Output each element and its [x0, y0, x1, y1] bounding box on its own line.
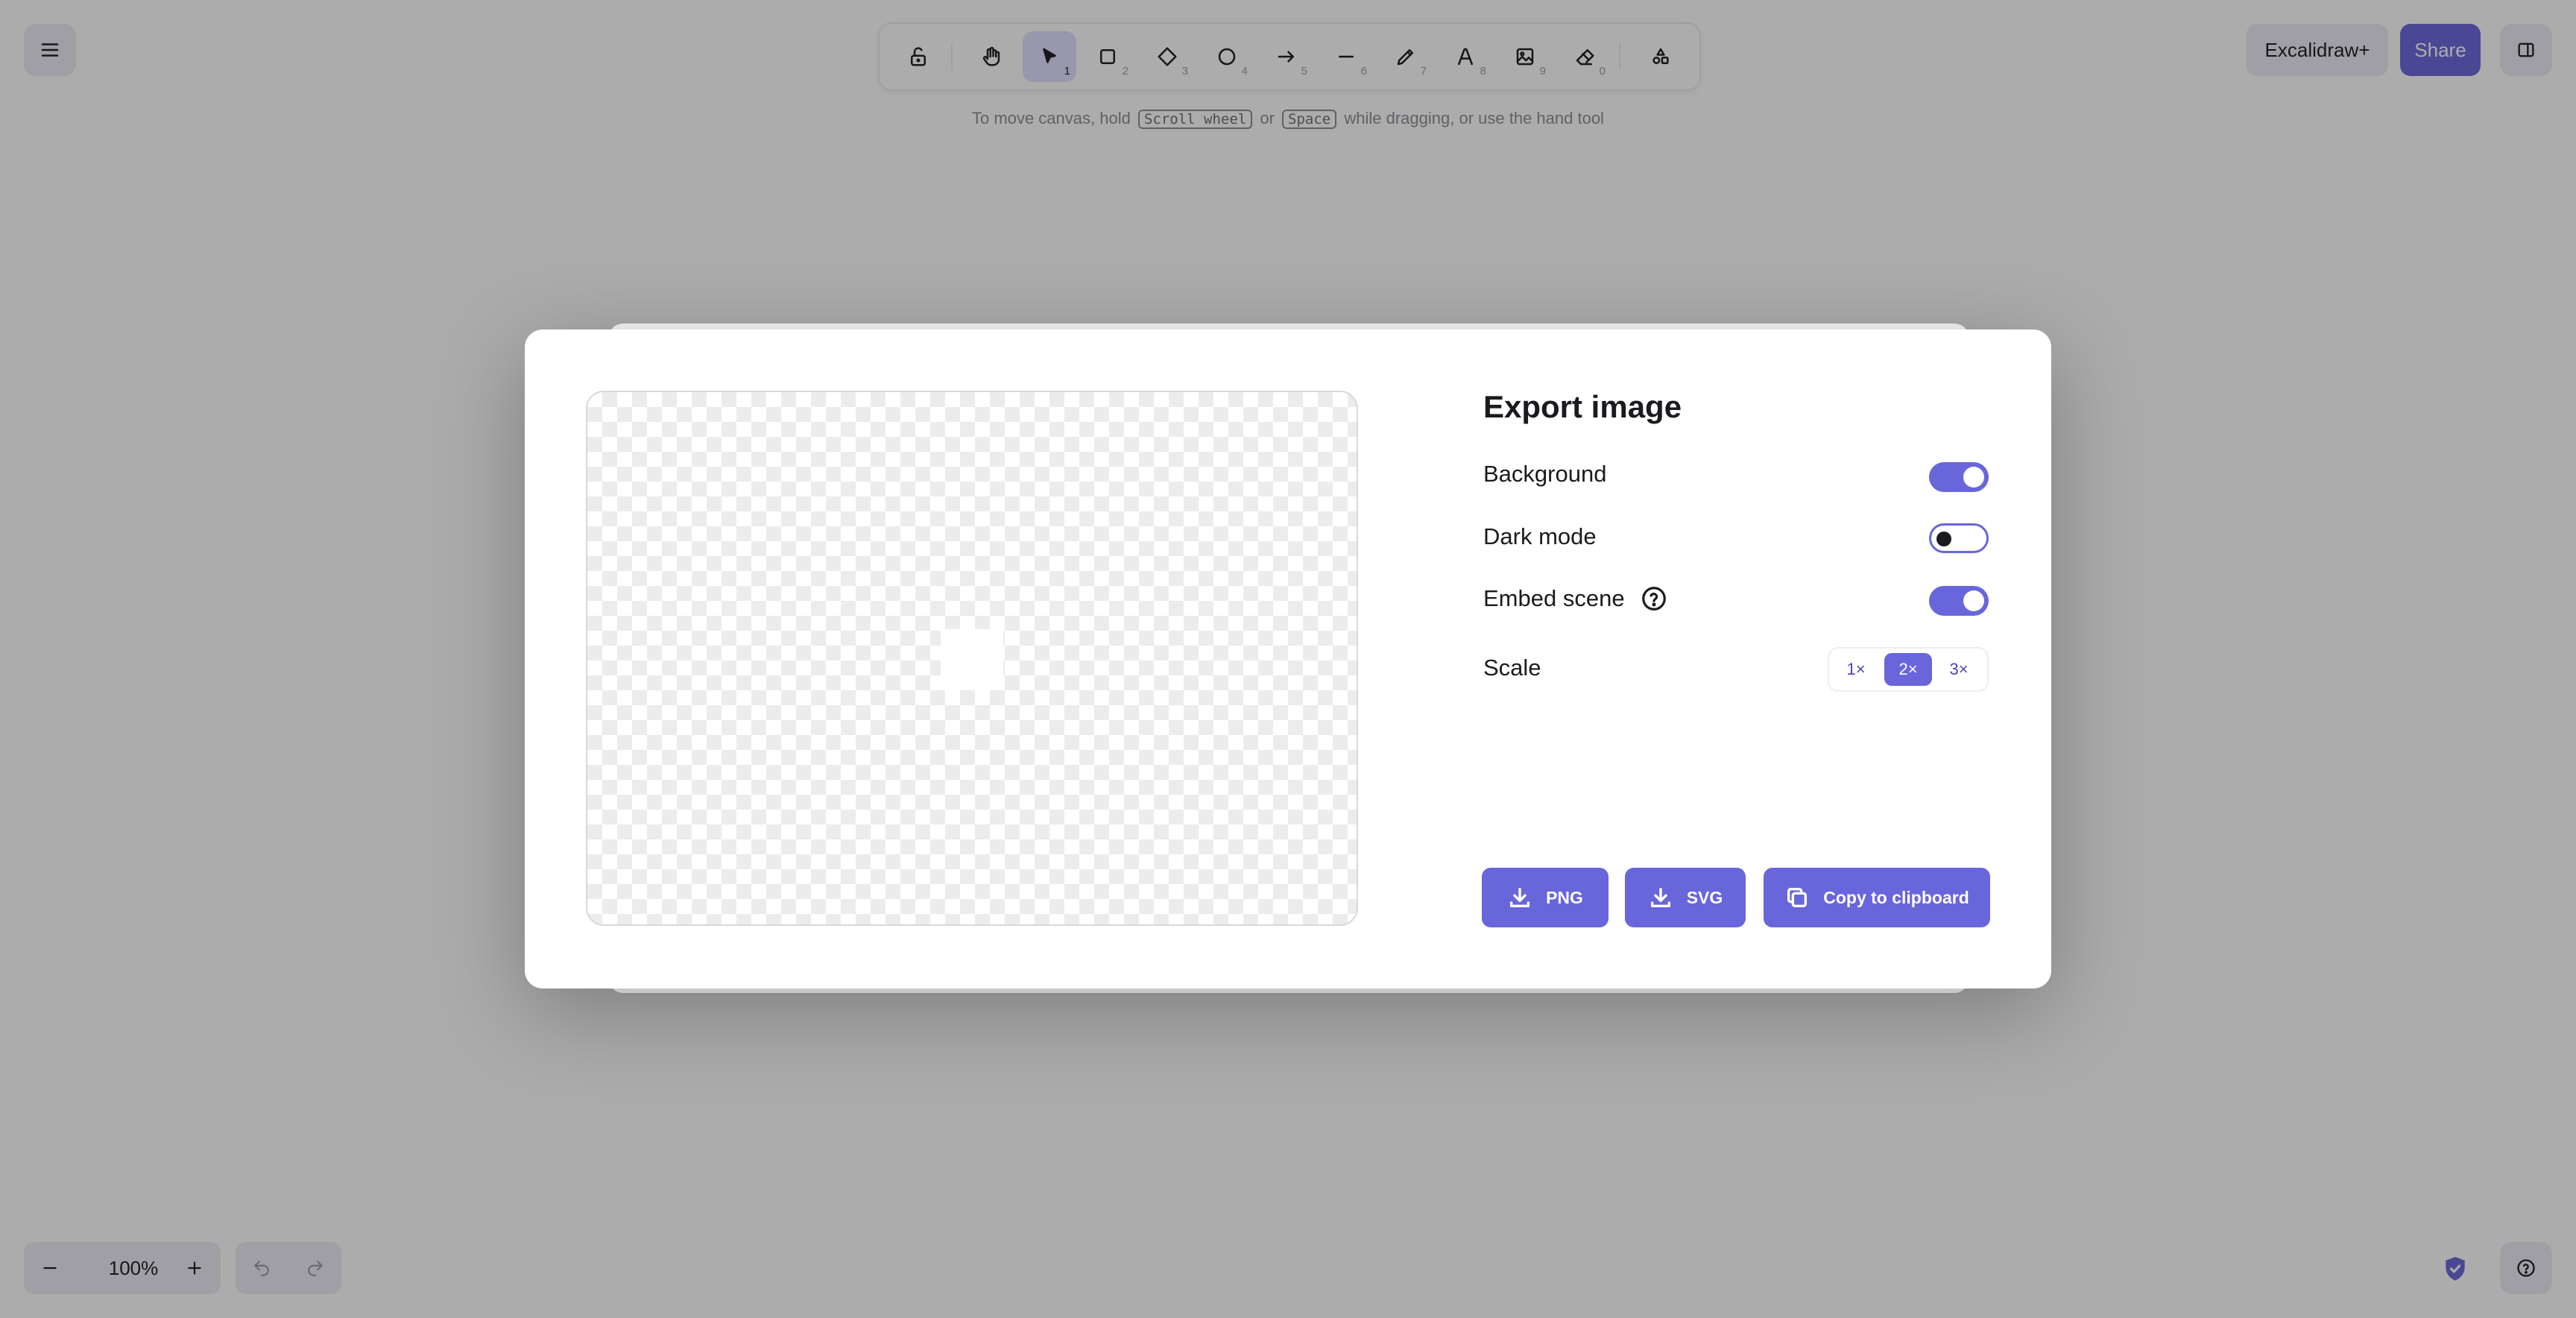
embed-scene-label: Embed scene	[1483, 584, 1668, 613]
preview-content	[941, 629, 1003, 690]
scale-option-2x[interactable]: 2×	[1884, 653, 1932, 686]
question-icon[interactable]	[1640, 584, 1668, 613]
download-icon	[1510, 887, 1530, 908]
export-image-dialog: Export image Background Dark mode Embed …	[525, 330, 2051, 988]
scale-label-text: Scale	[1483, 655, 1541, 681]
embed-scene-label-text: Embed scene	[1483, 585, 1625, 611]
scale-option-1x[interactable]: 1×	[1832, 653, 1880, 686]
dark-mode-label: Dark mode	[1483, 523, 1597, 550]
toggle-knob	[1936, 532, 1951, 546]
dialog-title: Export image	[1483, 389, 1682, 424]
dark-mode-label-text: Dark mode	[1483, 523, 1597, 549]
embed-scene-toggle[interactable]	[1929, 586, 1989, 616]
copy-icon	[1787, 887, 1808, 908]
copy-to-clipboard-button[interactable]: Copy to clipboard	[1764, 868, 1990, 927]
scale-label: Scale	[1483, 655, 1541, 681]
background-label: Background	[1483, 461, 1606, 488]
clipboard-label: Copy to clipboard	[1823, 887, 1969, 907]
toggle-knob	[1963, 590, 1984, 611]
png-label: PNG	[1546, 887, 1583, 907]
svg-label: SVG	[1686, 887, 1723, 907]
background-label-text: Background	[1483, 461, 1607, 487]
scale-option-3x[interactable]: 3×	[1935, 653, 1983, 686]
scale-selector: 1× 2× 3×	[1828, 647, 1989, 692]
background-toggle[interactable]	[1929, 462, 1989, 492]
download-icon	[1650, 887, 1670, 908]
dark-mode-toggle[interactable]	[1929, 523, 1989, 553]
export-png-button[interactable]: PNG	[1482, 868, 1609, 927]
export-preview	[586, 391, 1358, 926]
toggle-knob	[1963, 467, 1984, 488]
export-svg-button[interactable]: SVG	[1625, 868, 1746, 927]
